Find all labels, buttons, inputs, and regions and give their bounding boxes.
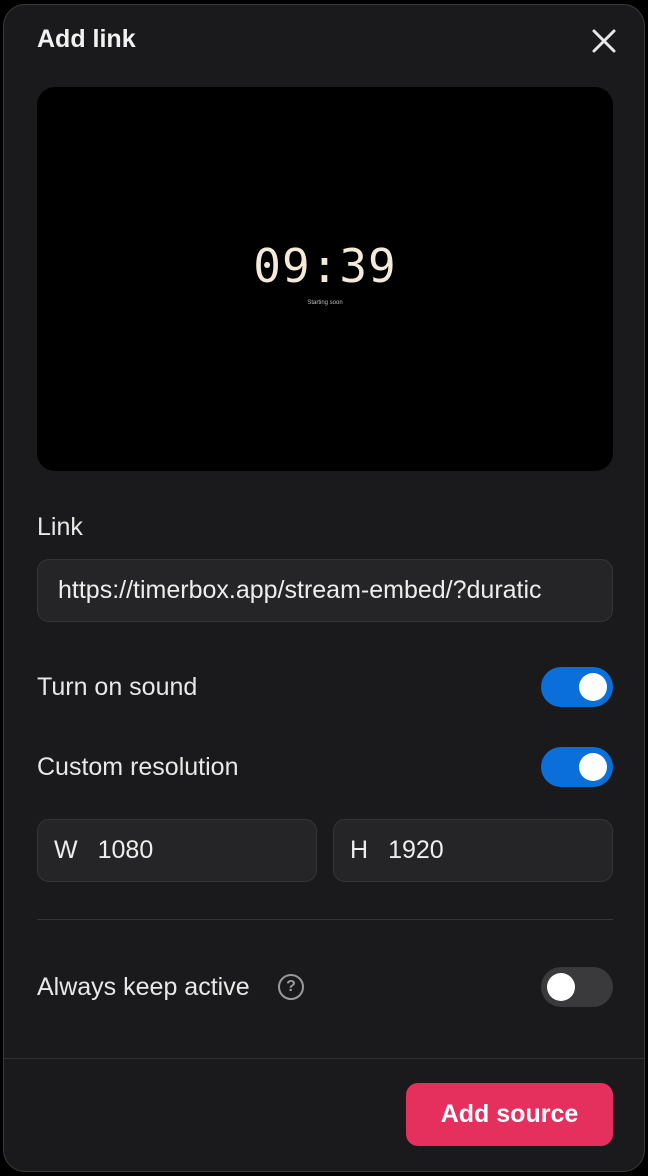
height-value: 1920: [388, 836, 444, 864]
question-circle-icon[interactable]: ?: [278, 974, 304, 1000]
toggle-knob: [579, 673, 607, 701]
toggle-knob: [547, 973, 575, 1001]
sound-label: Turn on sound: [37, 673, 198, 701]
height-input[interactable]: H 1920: [333, 819, 613, 882]
toggle-knob: [579, 753, 607, 781]
add-source-button[interactable]: Add source: [406, 1083, 613, 1146]
keep-active-toggle[interactable]: [541, 967, 613, 1007]
link-label: Link: [37, 513, 83, 541]
width-value: 1080: [97, 836, 154, 864]
link-input-value: https://timerbox.app/stream-embed/?durat…: [58, 576, 542, 604]
width-input[interactable]: W 1080: [37, 819, 317, 882]
dialog-title: Add link: [37, 25, 136, 53]
preview-timer: 09:39: [253, 239, 397, 293]
close-button[interactable]: [584, 21, 624, 61]
sound-toggle[interactable]: [541, 667, 613, 707]
custom-resolution-toggle[interactable]: [541, 747, 613, 787]
close-icon: [592, 29, 616, 53]
preview-subtitle: Starting soon: [307, 300, 343, 306]
add-link-dialog: Add link 09:39 Starting soon Link https:…: [3, 4, 645, 1172]
section-divider: [37, 919, 613, 920]
height-prefix: H: [350, 836, 369, 864]
custom-resolution-label: Custom resolution: [37, 753, 239, 781]
keep-active-label: Always keep active: [37, 973, 250, 1001]
width-prefix: W: [54, 836, 78, 864]
link-preview: 09:39 Starting soon: [37, 87, 613, 471]
footer-divider: [4, 1058, 644, 1059]
link-input[interactable]: https://timerbox.app/stream-embed/?durat…: [37, 559, 613, 622]
